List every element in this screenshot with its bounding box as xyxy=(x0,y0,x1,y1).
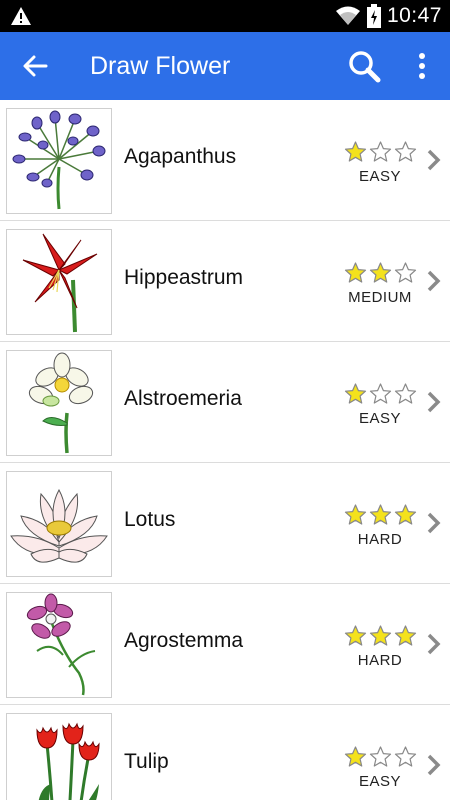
chevron-right-icon xyxy=(427,633,441,655)
flower-name: Lotus xyxy=(124,508,176,531)
star-rating xyxy=(340,140,420,164)
list-item[interactable]: Hippeastrum MEDIUM xyxy=(0,221,450,342)
list-item[interactable]: Agrostemma HARD xyxy=(0,584,450,705)
difficulty-rating: EASY xyxy=(340,382,420,427)
difficulty-label: HARD xyxy=(357,652,403,669)
chevron-right-icon xyxy=(427,149,441,171)
star-filled-icon xyxy=(344,141,366,162)
flower-name: Agapanthus xyxy=(124,145,237,168)
star-filled-icon xyxy=(344,625,366,646)
agapanthus-image xyxy=(6,108,112,214)
agrostemma-image xyxy=(6,592,112,698)
difficulty-label: EASY xyxy=(358,410,402,427)
page-title: Draw Flower xyxy=(90,52,231,80)
star-filled-icon xyxy=(394,504,416,525)
wifi-icon xyxy=(335,6,360,25)
app-bar: Draw Flower xyxy=(0,32,450,100)
chevron-right-icon xyxy=(427,754,441,776)
flower-name: Alstroemeria xyxy=(124,387,242,410)
star-filled-icon xyxy=(344,504,366,525)
chevron-right-icon xyxy=(427,391,441,413)
star-filled-icon xyxy=(369,262,391,283)
tulip-image xyxy=(6,713,112,800)
status-bar: 10:47 xyxy=(0,0,450,32)
list-item[interactable]: Tulip EASY xyxy=(0,705,450,800)
star-empty-icon xyxy=(394,746,416,767)
battery-charging-icon xyxy=(366,4,381,28)
difficulty-rating: HARD xyxy=(340,503,420,548)
star-empty-icon xyxy=(394,383,416,404)
star-filled-icon xyxy=(394,625,416,646)
system-indicators: 10:47 xyxy=(335,0,442,32)
star-filled-icon xyxy=(369,625,391,646)
lotus-image xyxy=(6,471,112,577)
difficulty-rating: EASY xyxy=(340,140,420,185)
star-filled-icon xyxy=(344,262,366,283)
list-item[interactable]: Agapanthus EASY xyxy=(0,100,450,221)
warning-icon xyxy=(11,7,31,25)
star-empty-icon xyxy=(369,141,391,162)
star-empty-icon xyxy=(369,383,391,404)
star-rating xyxy=(340,745,420,769)
star-empty-icon xyxy=(394,141,416,162)
hippeastrum-image xyxy=(6,229,112,335)
back-arrow-icon[interactable] xyxy=(18,49,52,83)
alstroemeria-image xyxy=(6,350,112,456)
difficulty-label: HARD xyxy=(357,531,403,548)
difficulty-label: MEDIUM xyxy=(348,289,412,306)
difficulty-rating: EASY xyxy=(340,745,420,790)
star-filled-icon xyxy=(369,504,391,525)
chevron-right-icon xyxy=(427,512,441,534)
star-empty-icon xyxy=(394,262,416,283)
flower-list: Agapanthus EASY Hippeastrum MEDIUM Alstr… xyxy=(0,100,450,800)
more-vert-icon[interactable] xyxy=(410,50,434,82)
list-item[interactable]: Alstroemeria EASY xyxy=(0,342,450,463)
search-icon[interactable] xyxy=(346,48,382,84)
star-rating xyxy=(340,261,420,285)
star-rating xyxy=(340,382,420,406)
chevron-right-icon xyxy=(427,270,441,292)
difficulty-label: EASY xyxy=(358,773,402,790)
difficulty-rating: HARD xyxy=(340,624,420,669)
star-rating xyxy=(340,624,420,648)
star-rating xyxy=(340,503,420,527)
star-filled-icon xyxy=(344,383,366,404)
star-empty-icon xyxy=(369,746,391,767)
flower-name: Hippeastrum xyxy=(124,266,244,289)
list-item[interactable]: Lotus HARD xyxy=(0,463,450,584)
star-filled-icon xyxy=(344,746,366,767)
difficulty-rating: MEDIUM xyxy=(340,261,420,306)
difficulty-label: EASY xyxy=(358,168,402,185)
clock: 10:47 xyxy=(386,4,442,27)
flower-name: Agrostemma xyxy=(124,629,244,652)
flower-name: Tulip xyxy=(124,750,169,773)
